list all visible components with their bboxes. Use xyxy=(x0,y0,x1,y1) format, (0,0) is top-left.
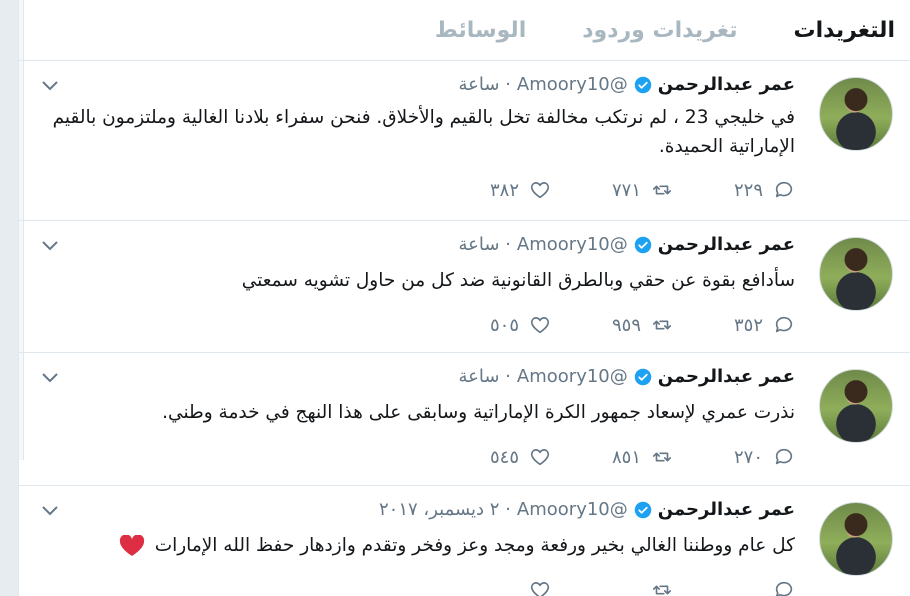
chevron-down-icon[interactable] xyxy=(41,239,59,253)
like-button[interactable] xyxy=(429,579,551,596)
reply-count: ٢٢٩ xyxy=(733,179,763,201)
profile-timeline-panel: التغريدات تغريدات وردود الوسائط عمر عبدا… xyxy=(18,0,910,596)
verified-badge-icon xyxy=(634,76,652,93)
verified-badge-icon xyxy=(634,236,652,253)
avatar[interactable] xyxy=(819,237,893,311)
retweet-button[interactable] xyxy=(551,579,673,596)
author-name[interactable]: عمر عبدالرحمن xyxy=(658,366,795,387)
author-handle[interactable]: @Amoory10 xyxy=(517,74,628,95)
tweet-text: نذرت عمري لإسعاد جمهور الكرة الإماراتية … xyxy=(162,402,795,423)
tweet-timestamp[interactable]: · ساعة xyxy=(459,366,511,387)
like-button[interactable]: ٣٨٢ xyxy=(429,179,551,201)
author-handle[interactable]: @Amoory10 xyxy=(517,499,628,520)
tweet-header: عمر عبدالرحمن @Amoory10 · ساعة xyxy=(459,74,795,95)
like-count: ٥٠٥ xyxy=(489,314,519,336)
like-icon xyxy=(530,582,550,596)
reply-count: ٢٧٠ xyxy=(733,446,763,468)
reply-button[interactable]: ٢٢٩ xyxy=(673,179,795,201)
retweet-icon xyxy=(652,185,672,195)
like-count: ٣٨٢ xyxy=(489,179,519,201)
retweet-count: ٨٥١ xyxy=(611,446,641,468)
reply-icon xyxy=(775,581,793,596)
like-icon xyxy=(530,182,550,199)
reply-button[interactable]: ٣٥٢ xyxy=(673,314,795,336)
like-button[interactable]: ٥٠٥ xyxy=(429,314,551,336)
chevron-down-icon[interactable] xyxy=(41,371,59,385)
chevron-down-icon[interactable] xyxy=(41,504,59,518)
avatar[interactable] xyxy=(819,369,893,443)
red-heart-emoji-icon xyxy=(119,535,144,556)
retweet-button[interactable]: ٨٥١ xyxy=(551,446,673,468)
chevron-down-icon[interactable] xyxy=(41,79,59,93)
avatar[interactable] xyxy=(819,77,893,151)
retweet-icon xyxy=(652,452,672,462)
reply-button[interactable]: ٢٧٠ xyxy=(673,446,795,468)
retweet-button[interactable]: ٩٥٩ xyxy=(551,314,673,336)
tweet[interactable]: عمر عبدالرحمن @Amoory10 · ساعة في خليجي … xyxy=(19,61,910,221)
like-icon xyxy=(530,449,550,466)
tweet[interactable]: عمر عبدالرحمن @Amoory10 · ٢ ديسمبر، ٢٠١٧… xyxy=(19,486,910,596)
retweet-count: ٧٧١ xyxy=(611,179,641,201)
tweet-actions: ٣٥٢ ٩٥٩ ٥٠٥ xyxy=(429,314,795,336)
tweet-actions: ٢٢٩ ٧٧١ ٣٨٢ xyxy=(429,179,795,201)
profile-tabs: التغريدات تغريدات وردود الوسائط xyxy=(19,0,910,61)
tab-tweets-and-replies[interactable]: تغريدات وردود xyxy=(582,18,737,43)
avatar[interactable] xyxy=(819,502,893,576)
tweet-actions: ٢٧٠ ٨٥١ ٥٤٥ xyxy=(429,446,795,468)
verified-badge-icon xyxy=(634,368,652,385)
tab-media[interactable]: الوسائط xyxy=(435,18,526,43)
retweet-icon xyxy=(652,585,672,595)
tweet-text: في خليجي 23 ، لم نرتكب مخالفة تخل بالقيم… xyxy=(52,107,795,157)
author-name[interactable]: عمر عبدالرحمن xyxy=(658,74,795,95)
tweet-text: سأدافع بقوة عن حقي وبالطرق القانونية ضد … xyxy=(241,270,795,291)
tweet-header: عمر عبدالرحمن @Amoory10 · ساعة xyxy=(459,366,795,387)
author-name[interactable]: عمر عبدالرحمن xyxy=(658,234,795,255)
tweet[interactable]: عمر عبدالرحمن @Amoory10 · ساعة نذرت عمري… xyxy=(19,353,910,486)
tweet-header: عمر عبدالرحمن @Amoory10 · ساعة xyxy=(459,234,795,255)
like-button[interactable]: ٥٤٥ xyxy=(429,446,551,468)
tweet-actions xyxy=(429,579,795,596)
tab-tweets[interactable]: التغريدات xyxy=(793,18,895,43)
like-icon xyxy=(530,317,550,334)
reply-icon xyxy=(775,448,793,465)
verified-badge-icon xyxy=(634,501,652,518)
tweet-timestamp[interactable]: · ساعة xyxy=(459,74,511,95)
author-handle[interactable]: @Amoory10 xyxy=(517,366,628,387)
tweet[interactable]: عمر عبدالرحمن @Amoory10 · ساعة سأدافع بق… xyxy=(19,221,910,353)
tweet-text-content: كل عام ووطننا الغالي بخير ورفعة ومجد وعز… xyxy=(154,535,795,556)
tweet-header: عمر عبدالرحمن @Amoory10 · ٢ ديسمبر، ٢٠١٧ xyxy=(379,499,795,520)
author-name[interactable]: عمر عبدالرحمن xyxy=(658,499,795,520)
reply-count: ٣٥٢ xyxy=(733,314,763,336)
retweet-button[interactable]: ٧٧١ xyxy=(551,179,673,201)
reply-icon xyxy=(775,181,793,198)
like-count: ٥٤٥ xyxy=(489,446,519,468)
reply-icon xyxy=(775,316,793,333)
retweet-icon xyxy=(652,320,672,330)
tweet-timestamp[interactable]: · ساعة xyxy=(459,234,511,255)
author-handle[interactable]: @Amoory10 xyxy=(517,234,628,255)
reply-button[interactable] xyxy=(673,579,795,596)
tweet-timestamp[interactable]: · ٢ ديسمبر، ٢٠١٧ xyxy=(379,499,511,520)
retweet-count: ٩٥٩ xyxy=(611,314,641,336)
tweet-text: كل عام ووطننا الغالي بخير ورفعة ومجد وعز… xyxy=(49,531,795,560)
